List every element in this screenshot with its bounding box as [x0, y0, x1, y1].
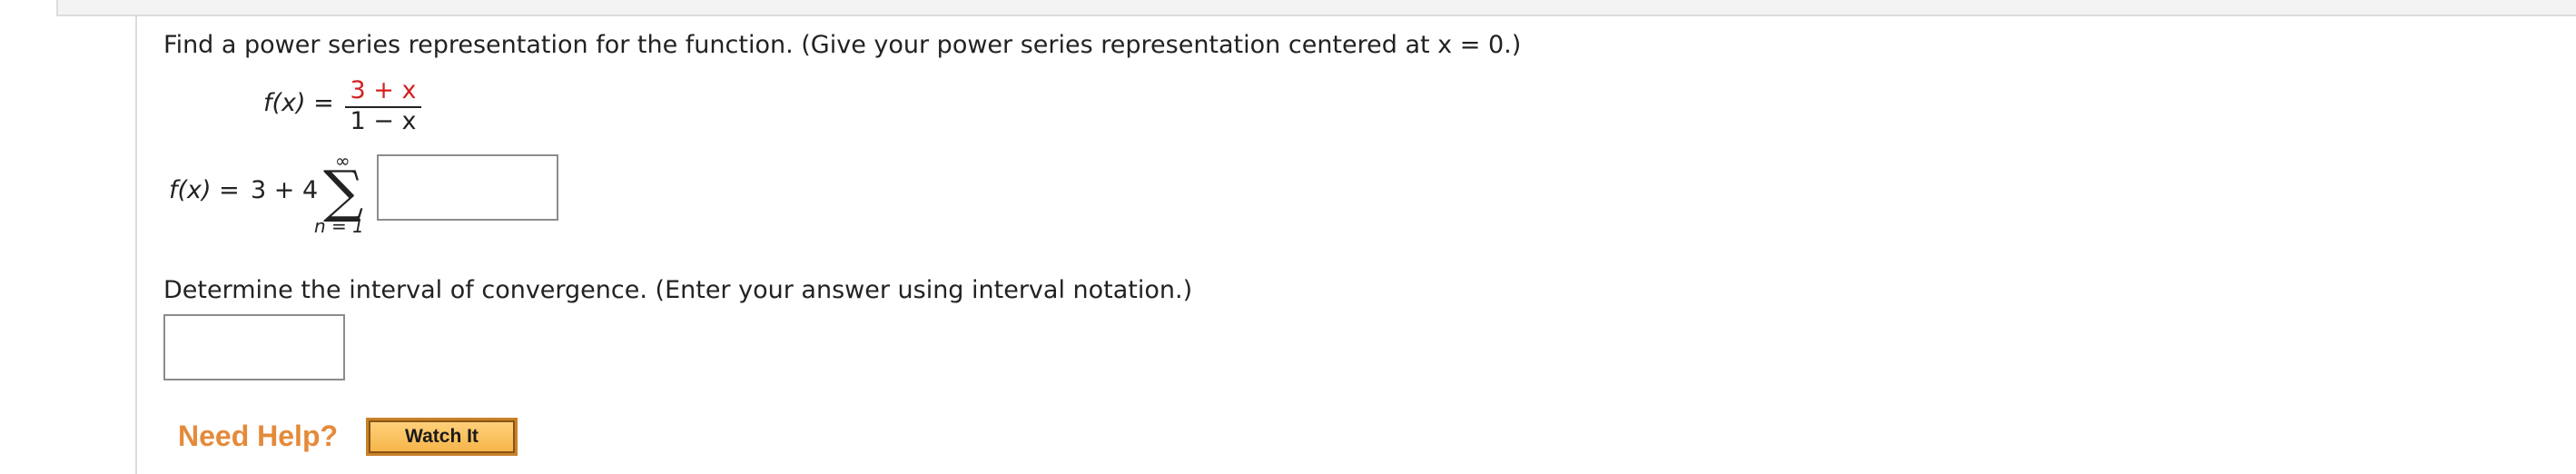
- watch-it-button[interactable]: Watch It: [366, 418, 518, 456]
- left-margin-rule: [135, 16, 137, 474]
- definition-denominator: 1 − x: [350, 107, 417, 135]
- summation-symbol: ∑: [323, 158, 364, 224]
- series-leading-terms: 3 + 4: [251, 176, 319, 204]
- series-answer-input[interactable]: [377, 154, 558, 221]
- sigma-lower-limit: n = 1: [314, 215, 364, 237]
- watch-it-label: Watch It: [369, 420, 515, 453]
- question-prompt: Find a power series representation for t…: [163, 31, 1522, 59]
- interval-prompt: Determine the interval of convergence. (…: [163, 276, 1193, 304]
- definition-numerator: 3 + x: [350, 76, 417, 104]
- series-lhs: f(x) =: [169, 176, 240, 204]
- definition-lhs: f(x) =: [263, 89, 334, 117]
- top-divider-bar: [56, 0, 2576, 16]
- interval-answer-input[interactable]: [163, 314, 345, 380]
- need-help-label: Need Help?: [178, 420, 339, 452]
